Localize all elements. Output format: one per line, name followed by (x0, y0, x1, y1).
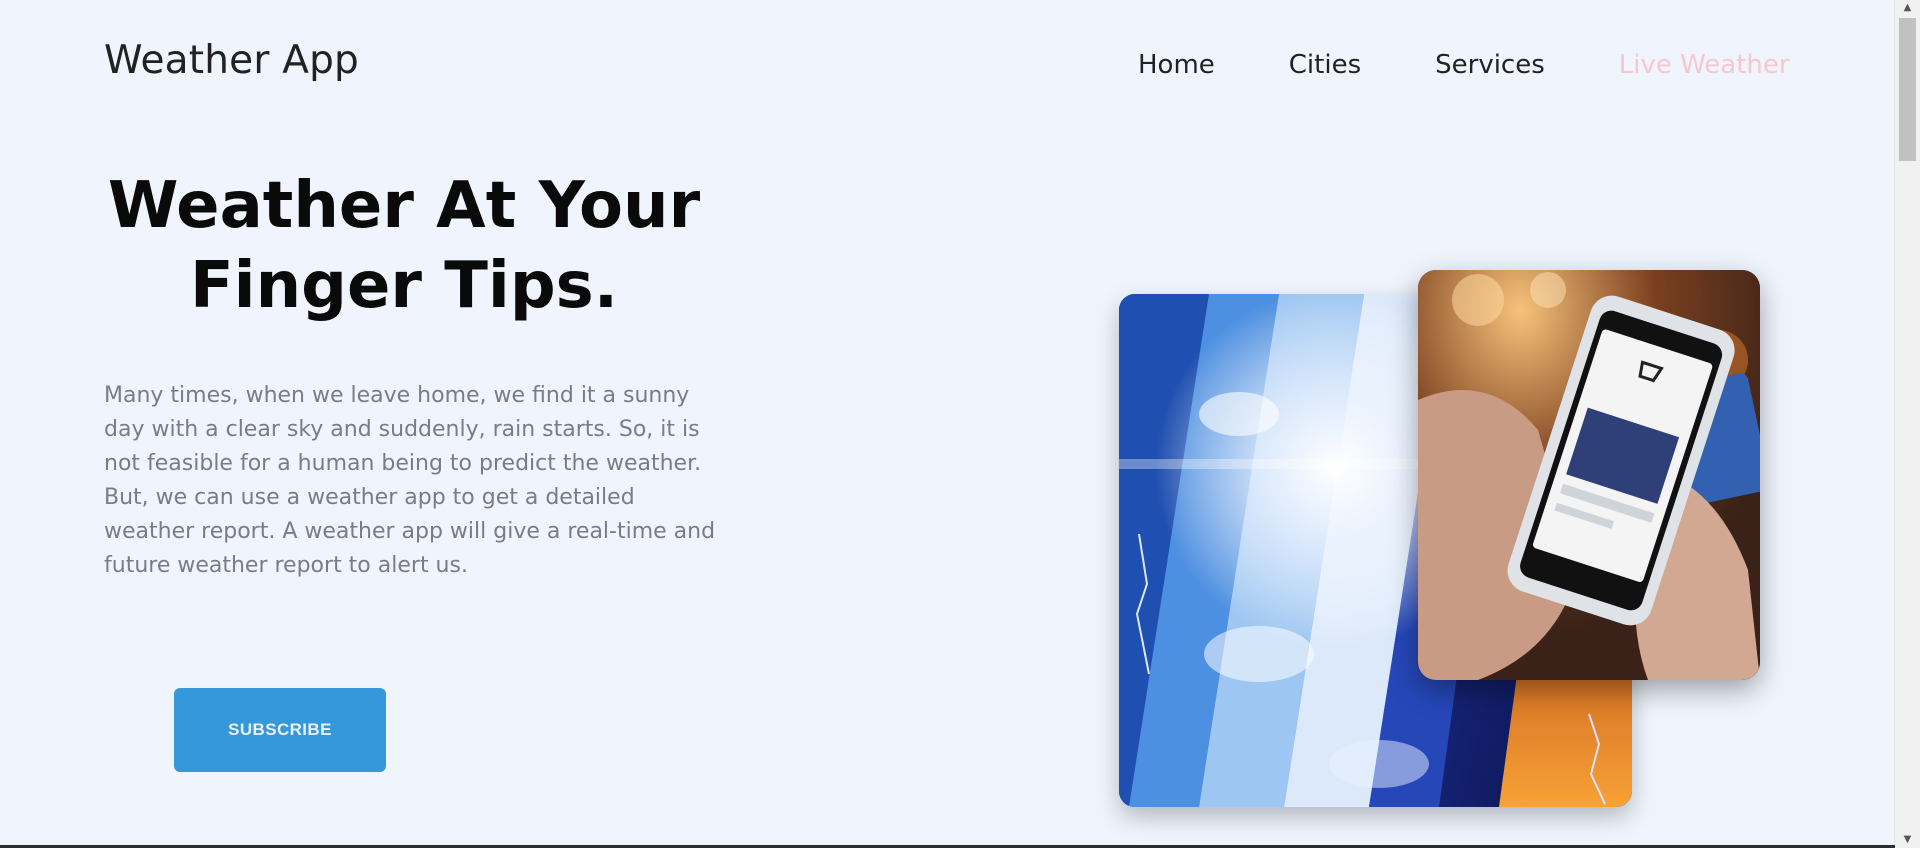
page-scrollbar[interactable]: ▲ ▼ (1894, 0, 1920, 848)
nav-services[interactable]: Services (1435, 50, 1545, 80)
triangle-down-icon[interactable]: ▼ (1895, 832, 1920, 848)
page: Weather App Home Cities Services Live We… (0, 0, 1920, 848)
brand-logo[interactable]: Weather App (104, 38, 359, 83)
phone-shopping-graphic (1418, 270, 1760, 680)
hero-description: Many times, when we leave home, we find … (104, 383, 716, 578)
hero-title: Weather At Your Finger Tips. (104, 166, 704, 326)
scrollbar-thumb[interactable] (1899, 18, 1916, 161)
phone-shopping-image (1418, 270, 1760, 680)
subscribe-button[interactable]: SUBSCRIBE (174, 688, 386, 772)
nav-cities[interactable]: Cities (1289, 50, 1361, 80)
main-nav: Home Cities Services Live Weather (1138, 47, 1790, 83)
triangle-up-icon[interactable]: ▲ (1895, 0, 1920, 16)
nav-live-weather[interactable]: Live Weather (1619, 50, 1790, 80)
hero-title-line-1: Weather At Your (107, 169, 701, 243)
nav-home[interactable]: Home (1138, 50, 1215, 80)
hero-title-line-2: Finger Tips. (189, 249, 619, 323)
